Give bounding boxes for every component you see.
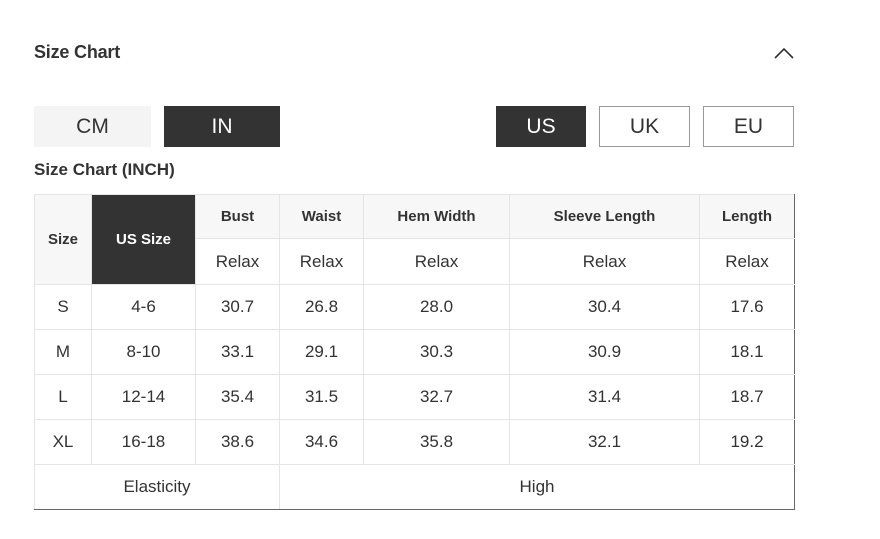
size-cell: XL [34,419,92,465]
unit-in-button[interactable]: IN [164,106,280,147]
us-size-cell: 16-18 [91,419,196,465]
region-eu-button[interactable]: EU [703,106,794,147]
value-cell: 17.6 [699,284,795,330]
unit-region-toggles: CM IN US UK EU [0,106,880,147]
col-size-header: Size [34,194,92,285]
chevron-up-icon[interactable] [772,41,796,65]
region-uk-button[interactable]: UK [599,106,690,147]
fit-cell: Relax [509,238,700,285]
elasticity-label: Elasticity [34,464,280,510]
value-cell: 31.5 [279,374,364,420]
value-cell: 32.1 [509,419,700,465]
table-row: M 8-10 33.1 29.1 30.3 30.9 18.1 [34,329,795,375]
table-row: S 4-6 30.7 26.8 28.0 30.4 17.6 [34,284,795,330]
elasticity-row: Elasticity High [34,464,795,510]
us-size-cell: 12-14 [91,374,196,420]
value-cell: 38.6 [195,419,280,465]
size-chart-header[interactable]: Size Chart [34,28,794,76]
value-cell: 26.8 [279,284,364,330]
region-us-button[interactable]: US [496,106,586,147]
size-cell: S [34,284,92,330]
value-cell: 30.7 [195,284,280,330]
size-cell: L [34,374,92,420]
value-cell: 31.4 [509,374,700,420]
value-cell: 32.7 [363,374,510,420]
fit-cell: Relax [279,238,364,285]
value-cell: 19.2 [699,419,795,465]
col-bust-header: Bust [195,194,280,239]
col-waist-header: Waist [279,194,364,239]
value-cell: 18.1 [699,329,795,375]
us-size-cell: 4-6 [91,284,196,330]
col-hem-width-header: Hem Width [363,194,510,239]
table-row: L 12-14 35.4 31.5 32.7 31.4 18.7 [34,374,795,420]
fit-cell: Relax [699,238,795,285]
value-cell: 30.4 [509,284,700,330]
value-cell: 18.7 [699,374,795,420]
col-us-size-header: US Size [91,194,196,285]
size-cell: M [34,329,92,375]
value-cell: 34.6 [279,419,364,465]
elasticity-value: High [279,464,795,510]
value-cell: 33.1 [195,329,280,375]
size-table: Size US Size Bust Waist Hem Width Sleeve… [34,194,795,510]
section-title: Size Chart [34,42,121,62]
value-cell: 30.3 [363,329,510,375]
value-cell: 35.4 [195,374,280,420]
table-row: XL 16-18 38.6 34.6 35.8 32.1 19.2 [34,419,795,465]
col-sleeve-length-header: Sleeve Length [509,194,700,239]
table-title: Size Chart (INCH) [34,160,175,179]
col-length-header: Length [699,194,795,239]
value-cell: 28.0 [363,284,510,330]
value-cell: 35.8 [363,419,510,465]
fit-cell: Relax [195,238,280,285]
header-row: Size US Size Bust Waist Hem Width Sleeve… [34,194,795,285]
fit-cell: Relax [363,238,510,285]
unit-cm-button[interactable]: CM [34,106,151,147]
value-cell: 29.1 [279,329,364,375]
value-cell: 30.9 [509,329,700,375]
us-size-cell: 8-10 [91,329,196,375]
